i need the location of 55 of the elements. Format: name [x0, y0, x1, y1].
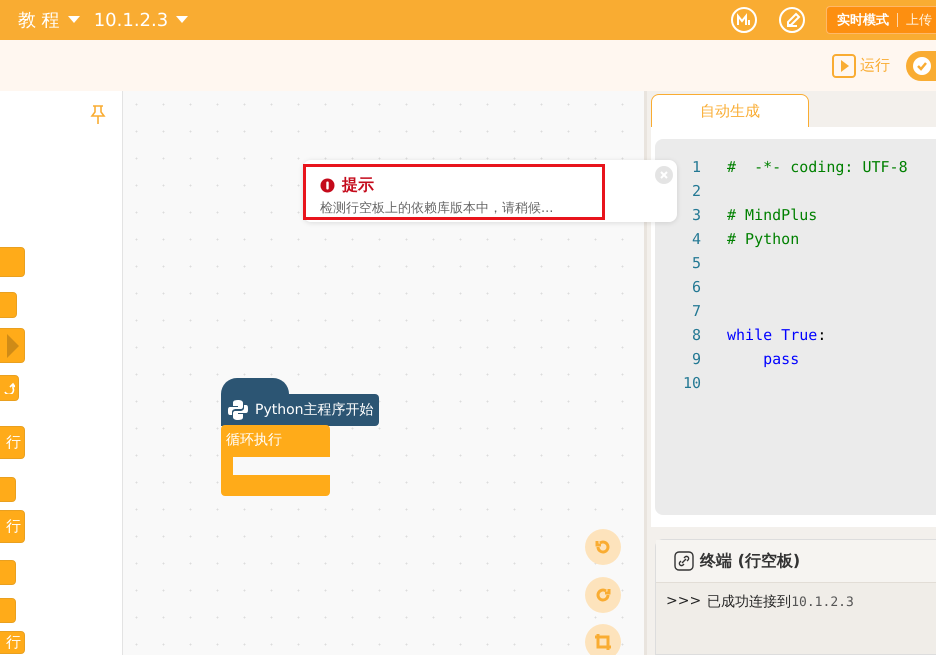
caret-icon [176, 16, 188, 24]
alert-icon [320, 178, 335, 193]
play-icon [832, 54, 856, 78]
diamond-icon [7, 334, 21, 358]
line-number: 7 [690, 302, 702, 320]
menu-dropdown[interactable]: 教 程 [18, 8, 80, 32]
code-tab[interactable]: 自动生成 [651, 94, 809, 127]
close-icon[interactable] [655, 166, 673, 184]
python-icon [227, 399, 249, 421]
line-number: 2 [690, 182, 702, 200]
pin-icon[interactable] [90, 105, 106, 125]
terminal-output: 已成功连接到10.1.2.3 [707, 593, 854, 611]
run-button[interactable]: 运行 [832, 54, 890, 78]
code-line: # Python [727, 230, 800, 248]
link-icon [674, 551, 694, 571]
crop-button[interactable] [585, 624, 621, 655]
line-number: 5 [690, 254, 702, 272]
menu-dropdown[interactable]: 10.1.2.3 [94, 10, 188, 30]
mode-button[interactable]: 实时模式 [837, 11, 889, 29]
palette-block[interactable]: 行 [0, 426, 25, 459]
turn-arrow-icon [3, 382, 15, 394]
undo-button[interactable] [585, 529, 621, 565]
chart-icon[interactable] [730, 6, 758, 34]
toast-message: 检测行空板上的依赖库版本中，请稍候... [320, 200, 554, 217]
redo-icon [594, 586, 612, 604]
check-icon [912, 56, 932, 76]
mode-button[interactable]: 上传 [906, 11, 932, 29]
block-label: Python主程序开始 [255, 401, 374, 419]
palette-block[interactable] [0, 247, 25, 277]
code-line: # MindPlus [727, 206, 818, 224]
code-line: while True: [727, 326, 826, 344]
check-button[interactable] [906, 50, 936, 80]
palette-block[interactable] [0, 375, 19, 401]
undo-icon [594, 538, 612, 556]
palette-block[interactable]: 行 [0, 510, 25, 543]
code-line: # -*- coding: UTF-8 [727, 158, 908, 176]
line-number: 6 [690, 278, 702, 296]
terminal-prompt: >>> [666, 593, 702, 611]
code-line: pass [762, 350, 800, 368]
crop-icon [594, 633, 612, 651]
loop-block[interactable]: 循环执行 [221, 425, 330, 496]
code-editor[interactable]: 1 # -*- coding: UTF-8 2 3 # MindPlus 4 # Python 5 6 7 8 while True: 9 pass 10 [655, 139, 936, 515]
terminal-title: 终端 (行空板) [700, 550, 800, 572]
line-number: 8 [690, 326, 702, 344]
line-number: 1 [690, 158, 702, 176]
line-number: 10 [682, 374, 702, 392]
toast-title: 提示 [342, 175, 374, 196]
palette-block[interactable] [0, 328, 25, 363]
redo-button[interactable] [585, 577, 621, 613]
line-number: 3 [690, 206, 702, 224]
caret-icon [68, 16, 80, 24]
line-number: 4 [690, 230, 702, 248]
edit-icon[interactable] [778, 6, 806, 34]
palette-block[interactable]: 行 [0, 631, 25, 654]
line-number: 9 [690, 350, 702, 368]
